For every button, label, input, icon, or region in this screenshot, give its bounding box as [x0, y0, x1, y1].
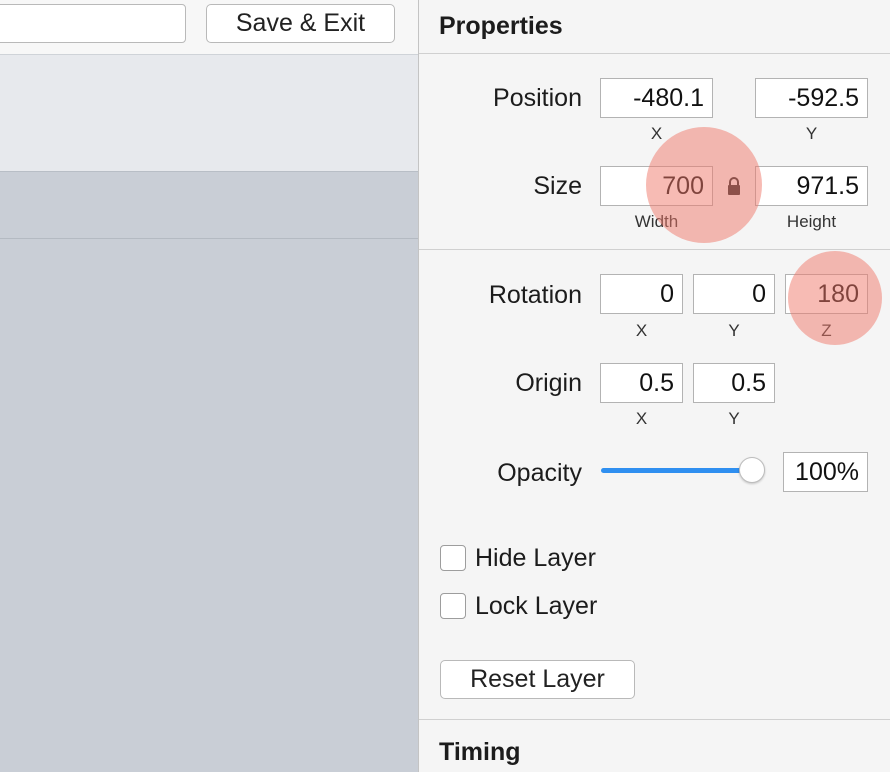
reset-layer-button[interactable]: Reset Layer	[440, 660, 635, 699]
origin-y-field[interactable]: 0.5	[693, 363, 775, 403]
canvas-guide-line	[0, 238, 418, 239]
rotation-x-field[interactable]: 0	[600, 274, 683, 314]
save-exit-button[interactable]: Save & Exit	[206, 4, 395, 43]
name-input[interactable]	[0, 4, 186, 43]
opacity-slider-knob[interactable]	[739, 457, 765, 483]
toolbar: Save & Exit	[0, 0, 418, 55]
rotation-z-field[interactable]: 180	[785, 274, 868, 314]
opacity-value-field[interactable]: 100%	[783, 452, 868, 492]
header-separator	[419, 53, 890, 54]
origin-x-caption: X	[635, 409, 648, 428]
size-width-field[interactable]: 700	[600, 166, 713, 206]
position-y-field[interactable]: -592.5	[755, 78, 868, 118]
origin-y-caption: Y	[728, 409, 740, 428]
hide-layer-checkbox[interactable]	[440, 545, 466, 571]
rotation-y-caption: Y	[728, 321, 740, 340]
lock-layer-label[interactable]: Lock Layer	[475, 592, 597, 621]
timing-separator	[419, 719, 890, 720]
origin-label: Origin	[515, 369, 582, 397]
rotation-label: Rotation	[488, 281, 582, 309]
rotation-y-field[interactable]: 0	[693, 274, 775, 314]
position-label: Position	[493, 84, 582, 112]
size-height-caption: Height	[786, 212, 837, 231]
position-y-caption: Y	[805, 124, 818, 143]
properties-title: Properties	[439, 12, 563, 40]
opacity-slider-track[interactable]	[601, 468, 753, 473]
rotation-x-caption: X	[635, 321, 648, 340]
size-label: Size	[533, 172, 582, 200]
canvas-area[interactable]: Save & Exit	[0, 0, 418, 772]
properties-panel: Properties Position -480.1 -592.5 X Y Si…	[419, 0, 890, 772]
origin-x-field[interactable]: 0.5	[600, 363, 683, 403]
lock-layer-checkbox[interactable]	[440, 593, 466, 619]
aspect-lock-icon[interactable]	[726, 176, 742, 198]
hide-layer-label[interactable]: Hide Layer	[475, 544, 596, 573]
timing-title: Timing	[439, 738, 521, 766]
transform-separator	[419, 249, 890, 250]
canvas-header-band	[0, 55, 418, 172]
position-x-field[interactable]: -480.1	[600, 78, 713, 118]
rotation-z-caption: Z	[821, 321, 832, 340]
size-width-caption: Width	[634, 212, 679, 231]
position-x-caption: X	[650, 124, 663, 143]
opacity-label: Opacity	[497, 459, 582, 487]
size-height-field[interactable]: 971.5	[755, 166, 868, 206]
